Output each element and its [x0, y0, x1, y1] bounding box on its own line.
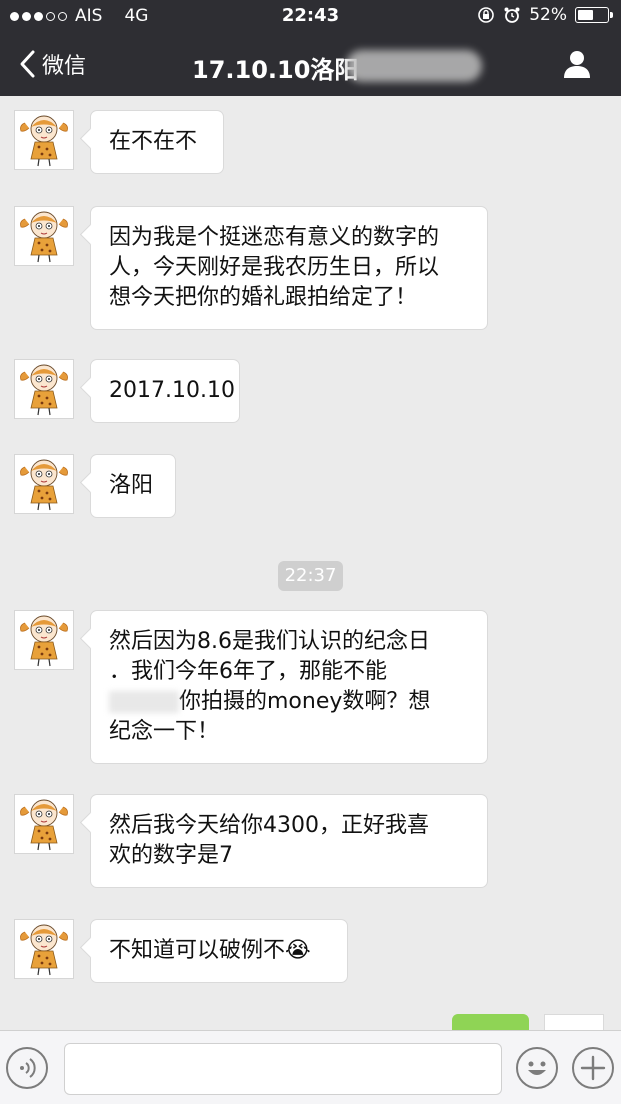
message-line: 2017.10.10: [109, 378, 235, 403]
emoji-icon: [528, 1061, 546, 1075]
message-line: 在不在不: [109, 129, 198, 154]
plus-icon: [580, 1055, 606, 1081]
nav-bar: 微信 17.10.10洛阳: [0, 36, 621, 94]
cartoon-girl-avatar: [15, 111, 73, 169]
message-line: ．我们今年6年了，那能不能: [109, 659, 387, 684]
input-bar: [0, 1030, 621, 1104]
chat-title: 17.10.10洛阳: [192, 56, 359, 84]
cartoon-girl-avatar: [15, 360, 73, 418]
chevron-left-icon: [20, 50, 35, 78]
message-bubble[interactable]: 在不在不: [90, 110, 224, 174]
message-line: 因为我是个挺迷恋有意义的数字的: [109, 225, 440, 250]
cartoon-girl-avatar: [15, 611, 73, 669]
message-bubble[interactable]: 洛阳: [90, 454, 176, 518]
cartoon-girl-avatar: [15, 920, 73, 978]
contact-avatar[interactable]: [14, 919, 74, 979]
back-button[interactable]: 微信: [16, 48, 86, 80]
message-list[interactable]: 在不在不 因为我是个挺迷恋有意义的数字的 人，今天刚好是我农历生日，所以 想今天把你…: [0, 96, 621, 1034]
message-bubble[interactable]: 因为我是个挺迷恋有意义的数字的 人，今天刚好是我农历生日，所以 想今天把你的婚礼跟拍…: [90, 206, 488, 330]
message-line: 你拍摄的money数啊？想: [109, 687, 469, 717]
timestamp-badge: 22:37: [278, 561, 343, 591]
redacted-title: [346, 50, 482, 82]
contact-avatar[interactable]: [14, 794, 74, 854]
message-bubble[interactable]: 不知道可以破例不😭: [90, 919, 348, 983]
back-label: 微信: [42, 54, 87, 79]
rotation-lock-icon: [478, 7, 495, 23]
cartoon-girl-avatar: [15, 207, 73, 265]
contact-avatar[interactable]: [14, 454, 74, 514]
contact-avatar[interactable]: [14, 206, 74, 266]
person-icon[interactable]: [561, 48, 593, 80]
alarm-icon: [504, 7, 520, 23]
cartoon-girl-avatar: [15, 795, 73, 853]
voice-icon: [20, 1058, 36, 1078]
cartoon-girl-avatar: [15, 455, 73, 513]
message-line: 然后因为8.6是我们认识的纪念日: [109, 629, 430, 654]
voice-button[interactable]: [6, 1047, 48, 1089]
message-line: 欢的数字是7: [109, 843, 233, 868]
contact-avatar[interactable]: [14, 110, 74, 170]
message-input[interactable]: [64, 1043, 502, 1095]
battery-icon: [575, 7, 613, 23]
emoji-button[interactable]: [516, 1047, 558, 1089]
message-line: 洛阳: [109, 473, 154, 498]
contact-avatar[interactable]: [14, 359, 74, 419]
contact-avatar[interactable]: [14, 610, 74, 670]
message-bubble[interactable]: 2017.10.10: [90, 359, 240, 423]
battery-percent: 52%: [529, 5, 567, 25]
message-text: 你拍摄的money数啊？想: [179, 689, 431, 714]
message-line: 纪念一下！: [109, 719, 220, 744]
message-bubble[interactable]: 然后我今天给你4300，正好我喜 欢的数字是7: [90, 794, 488, 888]
status-bar: AIS 4G 22:43 52%: [0, 0, 621, 32]
message-line: 然后我今天给你4300，正好我喜: [109, 813, 429, 838]
message-line: 想今天把你的婚礼跟拍给定了！: [109, 285, 418, 310]
top-bar: AIS 4G 22:43 52% 微信 17.10.10洛阳: [0, 0, 621, 96]
message-line: 人，今天刚好是我农历生日，所以: [109, 255, 440, 280]
more-button[interactable]: [572, 1047, 614, 1089]
message-line: 不知道可以破例不😭: [109, 938, 311, 963]
message-bubble[interactable]: 然后因为8.6是我们认识的纪念日 ．我们今年6年了，那能不能你拍摄的money数啊…: [90, 610, 488, 764]
redacted-text: [109, 691, 179, 713]
